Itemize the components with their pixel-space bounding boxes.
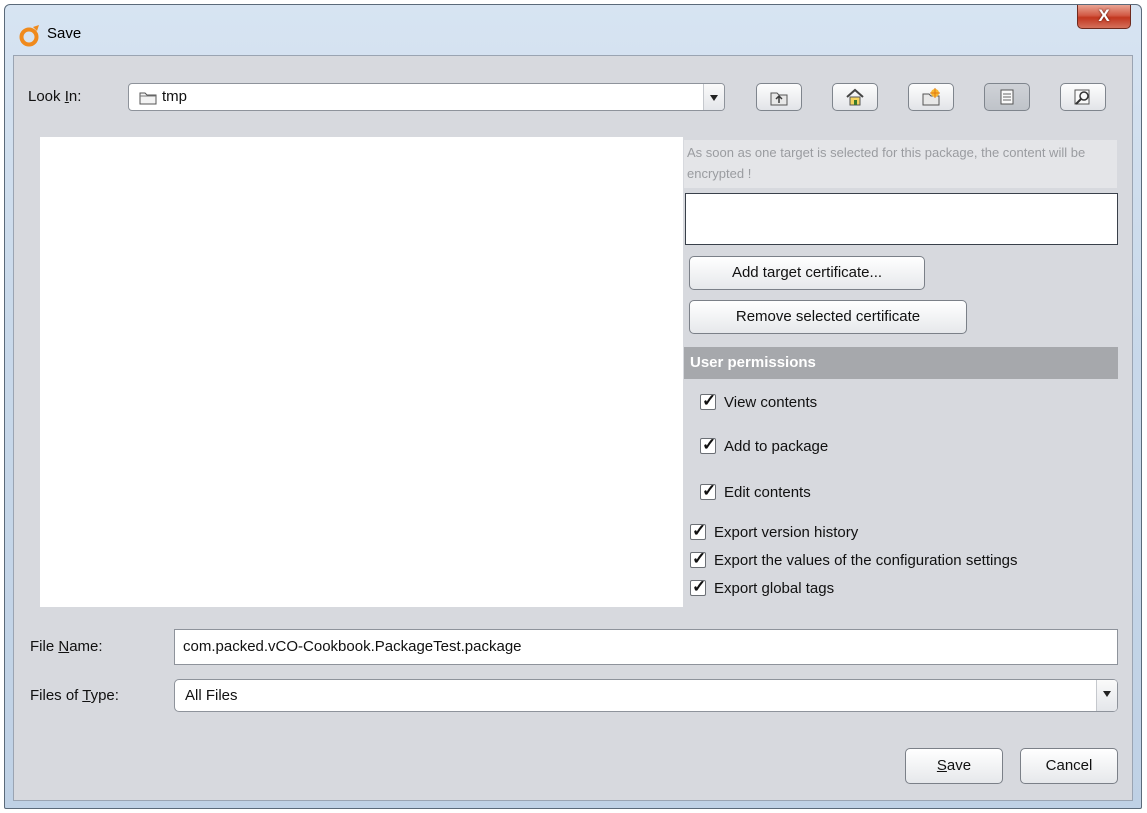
up-one-level-button[interactable] — [756, 83, 802, 111]
checkbox-label: Export global tags — [714, 580, 835, 597]
checkmark-icon — [690, 550, 706, 568]
user-permissions-header: User permissions — [684, 347, 1118, 379]
file-type-label: Files of Type: — [30, 687, 119, 704]
checkbox-label: Edit contents — [724, 484, 811, 501]
details-view-icon — [1074, 89, 1090, 105]
file-name-input[interactable]: com.packed.vCO-Cookbook.PackageTest.pack… — [174, 629, 1118, 665]
look-in-value: tmp — [162, 88, 188, 105]
chevron-down-icon[interactable] — [703, 84, 724, 110]
checkmark-icon — [700, 436, 716, 454]
checkmark-icon — [690, 578, 706, 596]
checkmark-icon — [700, 392, 716, 410]
list-view-button[interactable] — [984, 83, 1030, 111]
save-dialog-window: Save X Look In: tmp As soon as one targe… — [4, 4, 1142, 809]
dialog-body: Look In: tmp As soon as one target is se… — [13, 55, 1133, 801]
file-list[interactable] — [40, 137, 683, 607]
checkbox-label: Add to package — [724, 438, 829, 455]
home-button[interactable] — [832, 83, 878, 111]
list-view-icon — [1000, 89, 1014, 105]
file-name-label: File Name: — [30, 638, 103, 655]
checkbox-label: View contents — [724, 394, 818, 411]
details-view-button[interactable] — [1060, 83, 1106, 111]
new-folder-icon — [922, 88, 940, 106]
add-target-certificate-button[interactable]: Add target certificate... — [689, 256, 925, 290]
checkmark-icon — [700, 482, 716, 500]
app-logo-icon — [19, 25, 39, 47]
checkmark-icon — [690, 522, 706, 540]
window-title: Save — [47, 25, 82, 42]
encryption-note: As soon as one target is selected for th… — [684, 140, 1117, 188]
target-certificate-list[interactable] — [685, 193, 1118, 245]
checkbox-label: Export version history — [714, 524, 859, 541]
cancel-button[interactable]: Cancel — [1020, 748, 1118, 784]
look-in-label: Look In: — [28, 88, 82, 105]
up-one-level-icon — [770, 92, 788, 106]
save-button[interactable]: Save — [905, 748, 1003, 784]
file-type-value: All Files — [185, 687, 238, 704]
remove-selected-certificate-button[interactable]: Remove selected certificate — [689, 300, 967, 334]
home-icon — [846, 88, 864, 106]
look-in-combobox[interactable]: tmp — [128, 83, 725, 111]
file-type-combobox[interactable]: All Files — [174, 679, 1118, 712]
checkbox-label: Export the values of the configuration s… — [714, 552, 1018, 569]
folder-icon — [139, 92, 157, 105]
chevron-down-icon[interactable] — [1096, 680, 1117, 711]
new-folder-button[interactable] — [908, 83, 954, 111]
title-bar: Save X — [5, 5, 1141, 53]
close-button[interactable]: X — [1077, 5, 1131, 29]
